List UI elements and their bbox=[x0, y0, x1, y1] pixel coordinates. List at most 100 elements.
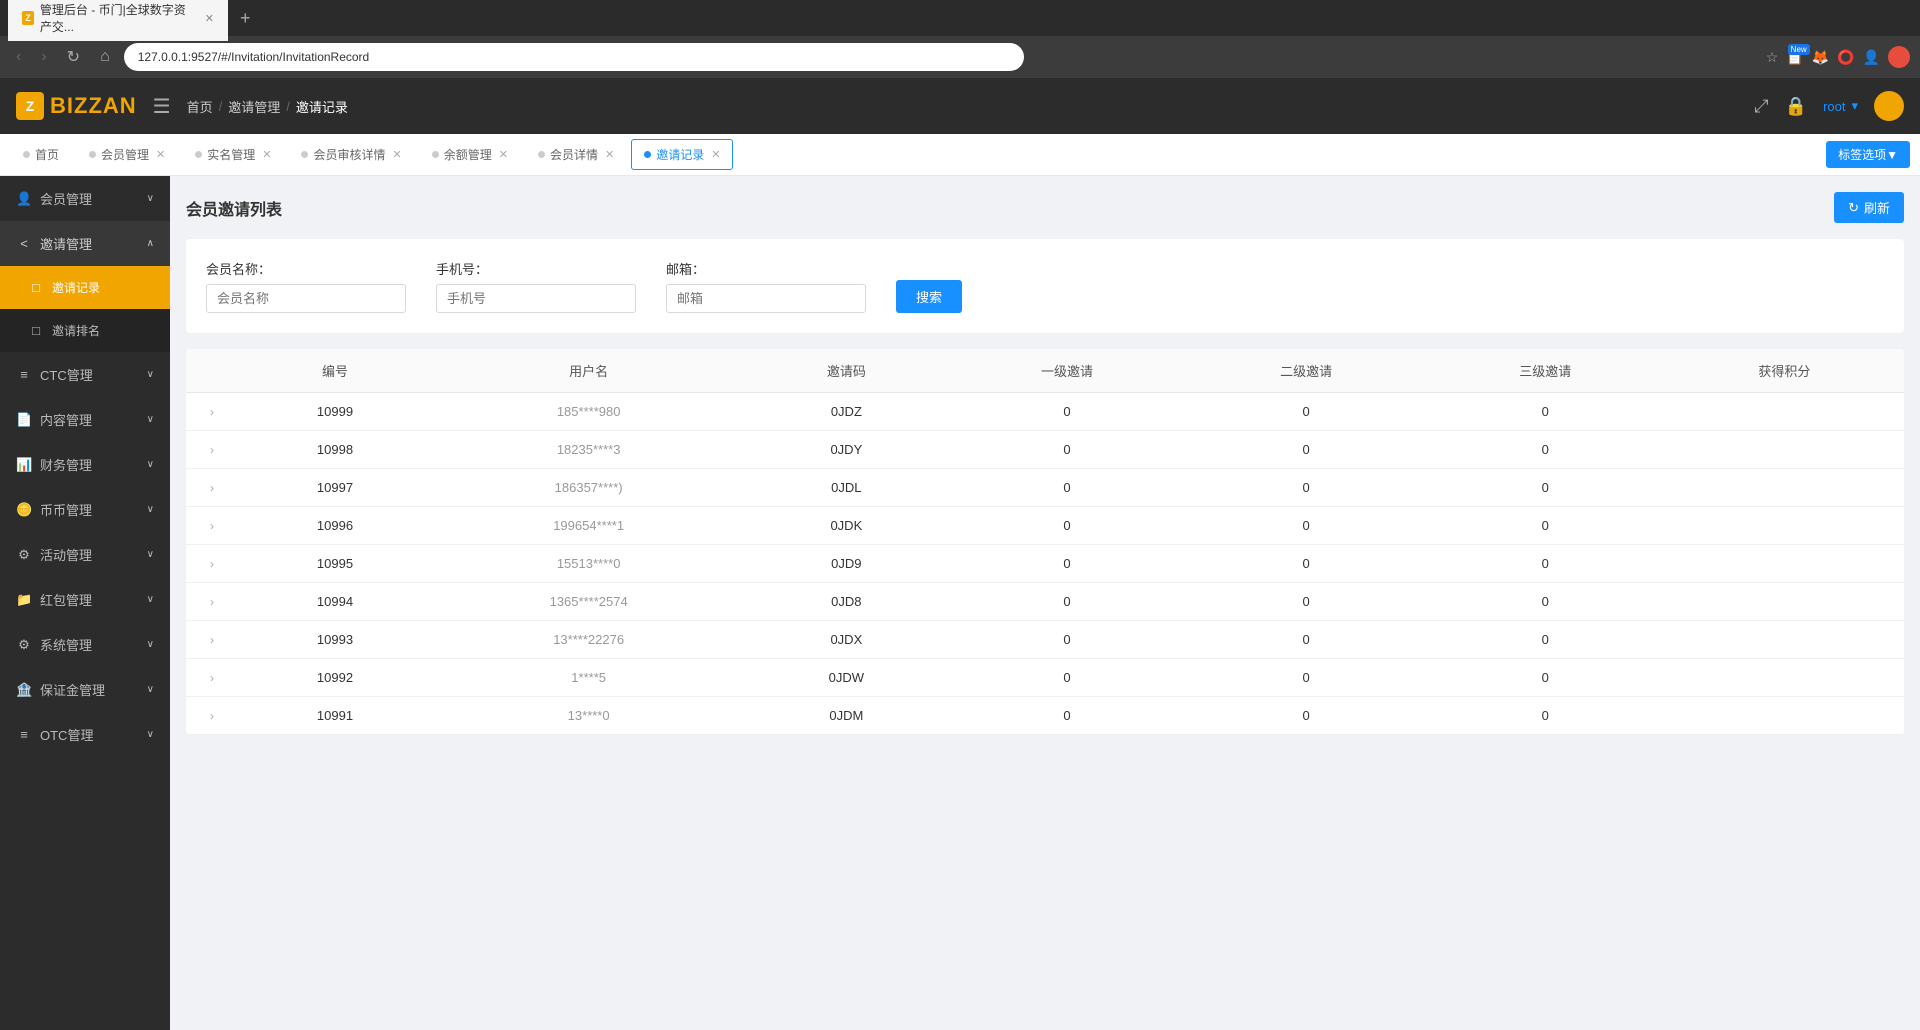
sidebar-item-member[interactable]: 👤 会员管理 ∨ bbox=[0, 176, 170, 221]
cell-points bbox=[1665, 697, 1904, 735]
tab-realname-close[interactable]: ✕ bbox=[262, 148, 271, 161]
user-info[interactable]: root ▾ bbox=[1823, 98, 1858, 114]
sidebar-item-coin[interactable]: 🪙 币币管理 ∨ bbox=[0, 487, 170, 532]
expand-cell: › bbox=[186, 507, 238, 545]
expand-row-btn[interactable]: › bbox=[202, 709, 222, 723]
member-name-input[interactable] bbox=[206, 284, 406, 313]
user-avatar[interactable] bbox=[1874, 91, 1904, 121]
expand-row-btn[interactable]: › bbox=[202, 481, 222, 495]
new-badge: New bbox=[1788, 44, 1810, 55]
browser-user-avatar[interactable] bbox=[1888, 46, 1910, 68]
sidebar-item-deposit[interactable]: 🏦 保证金管理 ∨ bbox=[0, 667, 170, 712]
expand-header bbox=[186, 349, 238, 393]
cell-level3: 0 bbox=[1426, 393, 1665, 431]
tab-member-label: 会员管理 bbox=[101, 146, 149, 163]
cell-level3: 0 bbox=[1426, 697, 1665, 735]
breadcrumb-invitation[interactable]: 邀请管理 bbox=[228, 97, 280, 116]
cell-points bbox=[1665, 659, 1904, 697]
new-tab-button[interactable]: + bbox=[236, 8, 255, 29]
expand-row-btn[interactable]: › bbox=[202, 557, 222, 571]
tab-close-btn[interactable]: ✕ bbox=[205, 12, 214, 25]
breadcrumb-home[interactable]: 首页 bbox=[187, 97, 213, 116]
refresh-label: 刷新 bbox=[1864, 198, 1890, 217]
tab-invitation-record[interactable]: 邀请记录 ✕ bbox=[631, 139, 733, 170]
sidebar-item-otc[interactable]: ≡ OTC管理 ∨ bbox=[0, 712, 170, 757]
expand-cell: › bbox=[186, 393, 238, 431]
deposit-icon: 🏦 bbox=[16, 682, 32, 698]
tag-select-button[interactable]: 标签选项▼ bbox=[1826, 141, 1910, 168]
menu-toggle-icon[interactable]: ☰ bbox=[153, 94, 171, 119]
expand-row-btn[interactable]: › bbox=[202, 671, 222, 685]
extension-icon4[interactable]: 👤 bbox=[1863, 49, 1880, 66]
table-body: › 10999 185****980 0JDZ 0 0 0 › 10998 18… bbox=[186, 393, 1904, 735]
email-input[interactable] bbox=[666, 284, 866, 313]
fullscreen-icon[interactable]: ⤢ bbox=[1754, 96, 1768, 117]
sidebar-item-ctc[interactable]: ≡ CTC管理 ∨ bbox=[0, 352, 170, 397]
tab-member-detail-close[interactable]: ✕ bbox=[605, 148, 614, 161]
phone-input[interactable] bbox=[436, 284, 636, 313]
cell-id: 10993 bbox=[238, 621, 432, 659]
cell-level2: 0 bbox=[1187, 469, 1426, 507]
refresh-button[interactable]: ↻ 刷新 bbox=[1834, 192, 1904, 223]
sidebar-coin-label: 币币管理 bbox=[40, 500, 92, 519]
expand-row-btn[interactable]: › bbox=[202, 405, 222, 419]
home-button[interactable]: ⌂ bbox=[94, 46, 116, 68]
sidebar-item-invitation[interactable]: < 邀请管理 ∧ bbox=[0, 221, 170, 266]
cell-points bbox=[1665, 393, 1904, 431]
sidebar-item-redpack[interactable]: 📁 红包管理 ∨ bbox=[0, 577, 170, 622]
col-level3: 三级邀请 bbox=[1426, 349, 1665, 393]
extension-icon3[interactable]: ⭕ bbox=[1837, 49, 1854, 66]
refresh-icon: ↻ bbox=[1848, 200, 1859, 216]
tab-member[interactable]: 会员管理 ✕ bbox=[76, 139, 178, 170]
tab-review-detail-label: 会员审核详情 bbox=[313, 146, 385, 163]
sidebar-sub-invitation: □ 邀请记录 □ 邀请排名 bbox=[0, 266, 170, 352]
invitation-table: 编号 用户名 邀请码 一级邀请 二级邀请 三级邀请 获得积分 › 10999 bbox=[186, 349, 1904, 735]
tab-bar: 首页 会员管理 ✕ 实名管理 ✕ 会员审核详情 ✕ 余额管理 ✕ 会员详情 ✕ bbox=[0, 134, 1920, 176]
cell-invite-code: 0JDL bbox=[745, 469, 947, 507]
tab-realname[interactable]: 实名管理 ✕ bbox=[182, 139, 284, 170]
sidebar-inv-record-label: 邀请记录 bbox=[52, 279, 100, 296]
tab-invitation-close[interactable]: ✕ bbox=[711, 148, 720, 161]
extension-icon2[interactable]: 🦊 bbox=[1812, 49, 1829, 66]
expand-row-btn[interactable]: › bbox=[202, 443, 222, 457]
sidebar-item-invitation-record[interactable]: □ 邀请记录 bbox=[0, 266, 170, 309]
extension-icon1[interactable]: 📋 New bbox=[1786, 49, 1803, 66]
tab-home-label: 首页 bbox=[35, 146, 59, 163]
cell-username: 1****5 bbox=[432, 659, 745, 697]
cell-id: 10994 bbox=[238, 583, 432, 621]
tab-balance[interactable]: 余额管理 ✕ bbox=[419, 139, 521, 170]
cell-level2: 0 bbox=[1187, 659, 1426, 697]
search-button[interactable]: 搜索 bbox=[896, 280, 962, 313]
tab-review-close[interactable]: ✕ bbox=[393, 148, 402, 161]
tab-balance-close[interactable]: ✕ bbox=[499, 148, 508, 161]
sidebar-item-invitation-rank[interactable]: □ 邀请排名 bbox=[0, 309, 170, 352]
address-bar[interactable]: 127.0.0.1:9527/#/Invitation/InvitationRe… bbox=[124, 43, 1024, 71]
cell-level2: 0 bbox=[1187, 697, 1426, 735]
tab-member-close[interactable]: ✕ bbox=[156, 148, 165, 161]
expand-row-btn[interactable]: › bbox=[202, 519, 222, 533]
sidebar-invitation-label: 邀请管理 bbox=[40, 234, 92, 253]
sidebar-item-content[interactable]: 📄 内容管理 ∨ bbox=[0, 397, 170, 442]
tab-member-detail-label: 会员详情 bbox=[550, 146, 598, 163]
tab-dot bbox=[195, 151, 202, 158]
table-row: › 10992 1****5 0JDW 0 0 0 bbox=[186, 659, 1904, 697]
chevron-activity-icon: ∨ bbox=[147, 549, 154, 560]
back-button[interactable]: ‹ bbox=[10, 46, 27, 68]
sidebar-item-finance[interactable]: 📊 财务管理 ∨ bbox=[0, 442, 170, 487]
sidebar-item-system[interactable]: ⚙ 系统管理 ∨ bbox=[0, 622, 170, 667]
table-row: › 10998 18235****3 0JDY 0 0 0 bbox=[186, 431, 1904, 469]
expand-row-btn[interactable]: › bbox=[202, 595, 222, 609]
bookmark-icon[interactable]: ☆ bbox=[1766, 49, 1779, 66]
tab-home[interactable]: 首页 bbox=[10, 139, 72, 170]
active-tab[interactable]: Z 管理后台 - 币门|全球数字资产交... ✕ bbox=[8, 0, 228, 41]
col-username: 用户名 bbox=[432, 349, 745, 393]
search-form: 会员名称： 手机号： 邮箱： 搜索 bbox=[186, 239, 1904, 333]
reload-button[interactable]: ↻ bbox=[61, 45, 86, 69]
sidebar-item-activity[interactable]: ⚙ 活动管理 ∨ bbox=[0, 532, 170, 577]
lock-icon[interactable]: 🔒 bbox=[1785, 96, 1807, 117]
chevron-deposit-icon: ∨ bbox=[147, 684, 154, 695]
forward-button[interactable]: › bbox=[35, 46, 52, 68]
tab-review-detail[interactable]: 会员审核详情 ✕ bbox=[288, 139, 414, 170]
expand-row-btn[interactable]: › bbox=[202, 633, 222, 647]
tab-member-detail[interactable]: 会员详情 ✕ bbox=[525, 139, 627, 170]
